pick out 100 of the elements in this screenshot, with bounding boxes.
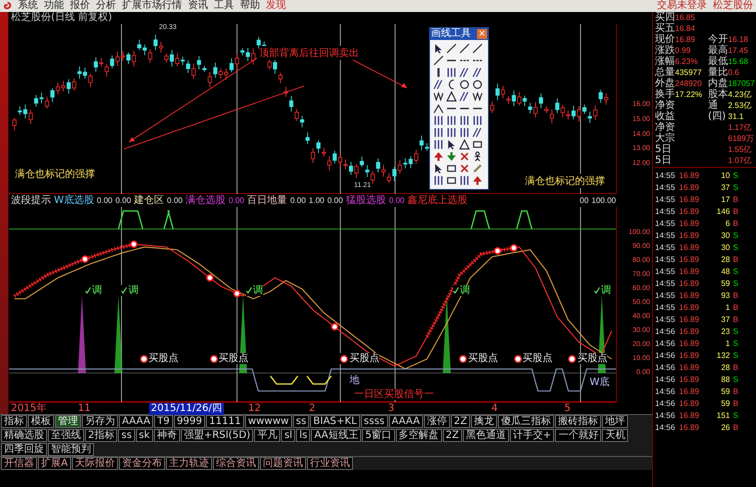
parallel-lines-icon[interactable]: [459, 115, 470, 126]
rectangle-icon[interactable]: [446, 175, 457, 186]
indicator-tab[interactable]: 计手交+: [510, 429, 554, 442]
target-icon: [340, 354, 348, 362]
indicator-tab[interactable]: 9999: [174, 415, 206, 428]
figure-icon[interactable]: [472, 151, 483, 162]
bottom-tab[interactable]: 问题资讯: [260, 457, 306, 470]
rectangle-icon[interactable]: [446, 163, 457, 174]
indicator-tab[interactable]: BIAS+KL: [310, 415, 360, 428]
diagonal-lines-icon[interactable]: [433, 79, 444, 90]
menu-item[interactable]: 帮助: [240, 0, 260, 12]
diagonal-lines-icon[interactable]: [472, 127, 483, 138]
line-icon[interactable]: [472, 43, 483, 54]
indicator-tab[interactable]: 管理: [55, 415, 81, 428]
line-icon[interactable]: [459, 43, 470, 54]
zigzag-icon[interactable]: [433, 91, 444, 102]
bottom-tab[interactable]: 综合资讯: [212, 457, 259, 470]
pointer-icon[interactable]: [433, 163, 444, 174]
bottom-tab[interactable]: 行业资讯: [306, 457, 353, 470]
bottom-tab[interactable]: 主力轨迹: [166, 457, 212, 470]
menu-item[interactable]: 工具: [214, 0, 234, 12]
parallel-lines-icon[interactable]: [433, 127, 444, 138]
quote-label: 外盘: [655, 78, 675, 89]
menu-item[interactable]: 发现: [266, 0, 286, 12]
parallel-lines-icon[interactable]: [433, 139, 444, 150]
indicator-tab[interactable]: 2指标: [85, 429, 118, 442]
parallel-lines-icon[interactable]: [446, 127, 457, 138]
indicator-tab[interactable]: wwwww: [244, 415, 292, 428]
diagonal-lines-icon[interactable]: [459, 91, 470, 102]
quote-label: 通: [708, 100, 718, 111]
indicator-tab[interactable]: 智能预判: [48, 443, 94, 456]
indicator-tab[interactable]: 四季回旋: [1, 443, 47, 456]
cross-icon[interactable]: [459, 151, 470, 162]
indicator-tab[interactable]: 黑色通道: [462, 429, 509, 442]
indicator-tab[interactable]: 精确选股: [1, 429, 47, 442]
tick-side: B: [733, 194, 740, 204]
menu-item[interactable]: 分析: [96, 0, 116, 12]
indicator-tab[interactable]: ss: [292, 415, 310, 428]
indicator-tab[interactable]: AA短线王: [311, 429, 362, 442]
circle-icon[interactable]: [459, 79, 470, 90]
menu-item[interactable]: 资讯: [188, 0, 208, 12]
triangle-icon[interactable]: [459, 139, 470, 150]
diagonal-lines-icon[interactable]: [459, 67, 470, 78]
line-icon[interactable]: [433, 55, 444, 66]
tick-side: S: [733, 242, 740, 252]
indicator-tab[interactable]: ls: [296, 429, 310, 442]
indicator-tab[interactable]: 强盟+RSI(5D): [180, 429, 254, 442]
parallel-lines-icon[interactable]: [446, 115, 457, 126]
zigzag-icon[interactable]: [472, 91, 483, 102]
indicator-tab[interactable]: 11111: [206, 415, 244, 428]
parallel-lines-icon[interactable]: [446, 67, 457, 78]
menu-item[interactable]: 报价: [70, 0, 90, 12]
indicator-tab[interactable]: 神奇: [154, 429, 180, 442]
indicator-tab[interactable]: 至强线: [48, 429, 84, 442]
triangle-icon[interactable]: [446, 91, 457, 102]
bottom-tab[interactable]: 资金分布: [118, 457, 165, 470]
indicator-tab[interactable]: AAAA: [119, 415, 154, 428]
indicator-tab[interactable]: 指标: [1, 415, 27, 428]
pointer-icon[interactable]: [433, 43, 444, 54]
pointer-icon[interactable]: [446, 139, 457, 150]
line-icon[interactable]: [446, 43, 457, 54]
indicator-tab[interactable]: 擒龙: [471, 415, 498, 428]
indicator-tab[interactable]: 2Z: [450, 415, 470, 428]
indicator-tab[interactable]: T9: [154, 415, 173, 428]
indicator-tab[interactable]: AAAA: [388, 415, 423, 428]
indicator-tab[interactable]: 多空解盘: [396, 429, 442, 442]
indicator-tab[interactable]: 另存为: [82, 415, 118, 428]
parallel-lines-icon[interactable]: [459, 127, 470, 138]
indicator-tab[interactable]: sk: [136, 429, 153, 442]
indicator-tab[interactable]: 搬砖指标: [555, 415, 602, 428]
parallel-lines-icon[interactable]: [433, 175, 444, 186]
up-arrow-icon[interactable]: [472, 175, 483, 186]
up-arrow-icon[interactable]: [433, 151, 444, 162]
bottom-tab[interactable]: 开信器: [1, 457, 37, 470]
indicator-tab[interactable]: sl: [281, 429, 296, 442]
indicator-tab[interactable]: ss: [118, 429, 135, 442]
circle-icon[interactable]: [472, 79, 483, 90]
indicator-tab[interactable]: 2Z: [442, 429, 462, 442]
cross-icon[interactable]: [459, 163, 470, 174]
diagonal-lines-icon[interactable]: [472, 67, 483, 78]
indicator-tab[interactable]: ssss: [360, 415, 388, 428]
parallel-lines-icon[interactable]: [472, 115, 483, 126]
parallel-lines-icon[interactable]: [459, 175, 470, 186]
rectangle-icon[interactable]: [472, 139, 483, 150]
bottom-tab[interactable]: 扩展A: [38, 457, 71, 470]
indicator-tab[interactable]: 模板: [28, 415, 54, 428]
menu-item[interactable]: 功能: [44, 0, 64, 12]
indicator-tab[interactable]: 地坪: [602, 415, 628, 428]
down-arrow-icon[interactable]: [446, 151, 457, 162]
indicator-tab[interactable]: 一个就好: [555, 429, 602, 442]
peak-icon[interactable]: [433, 103, 444, 114]
parallel-lines-icon[interactable]: [433, 115, 444, 126]
indicator-tab[interactable]: 5窗口: [362, 429, 395, 442]
indicator-value: 鑫尼底上选股: [408, 194, 468, 207]
indicator-tab[interactable]: 傻瓜三指标: [498, 415, 554, 428]
date-label: 5: [563, 403, 572, 415]
indicator-tab[interactable]: 天机: [602, 429, 628, 442]
bottom-tab[interactable]: 天际报价: [72, 457, 118, 470]
indicator-tab[interactable]: 平凡: [254, 429, 280, 442]
indicator-tab[interactable]: 涨停: [424, 415, 450, 428]
